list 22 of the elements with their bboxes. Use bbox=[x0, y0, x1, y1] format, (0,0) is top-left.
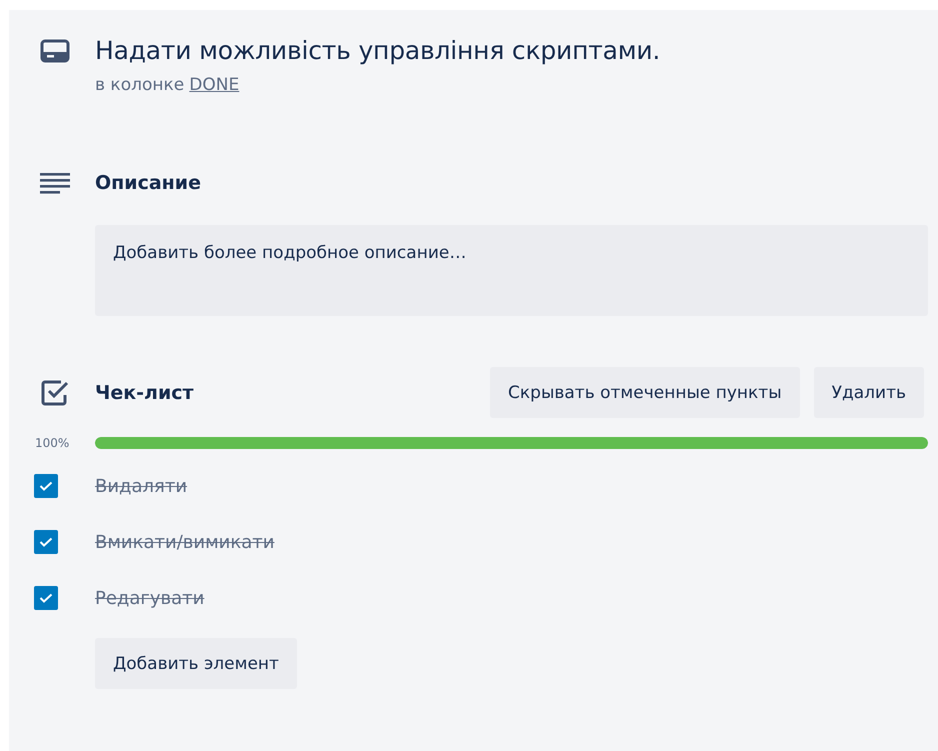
check-icon bbox=[39, 593, 53, 603]
column-label: в колонке bbox=[95, 75, 184, 95]
add-item-button[interactable]: Добавить элемент bbox=[95, 638, 297, 689]
hide-checked-button[interactable]: Скрывать отмеченные пункты bbox=[490, 367, 800, 418]
delete-button[interactable]: Удалить bbox=[814, 367, 924, 418]
description-heading: Описание bbox=[95, 172, 202, 194]
checklist-heading: Чек-лист bbox=[95, 382, 194, 404]
progress-percent: 100% bbox=[34, 436, 70, 450]
column-link[interactable]: DONE bbox=[189, 75, 240, 95]
checklist-item: Редагувати bbox=[95, 588, 206, 608]
description-field[interactable]: Добавить более подробное описание… bbox=[95, 225, 928, 316]
check-icon bbox=[39, 481, 53, 491]
checkbox[interactable] bbox=[34, 474, 58, 498]
checklist-item: Вмикати/вимикати bbox=[95, 532, 276, 552]
description-icon bbox=[40, 171, 70, 195]
checkbox[interactable] bbox=[34, 586, 58, 610]
checklist-icon bbox=[41, 380, 69, 406]
card-icon bbox=[40, 38, 70, 62]
checklist-item: Видаляти bbox=[95, 476, 188, 496]
card-title: Надати можливість управління скриптами. bbox=[95, 36, 662, 65]
check-icon bbox=[39, 537, 53, 547]
checkbox[interactable] bbox=[34, 530, 58, 554]
